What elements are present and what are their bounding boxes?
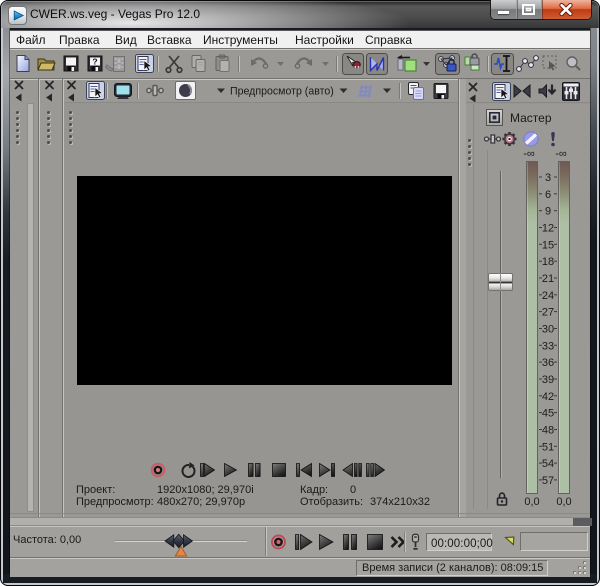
svg-text:24: 24 — [542, 290, 554, 302]
svg-text:Предпросмотр (авто): Предпросмотр (авто) — [230, 86, 334, 98]
svg-text:33: 33 — [542, 340, 554, 352]
svg-text:21: 21 — [542, 273, 554, 285]
svg-text:36: 36 — [542, 357, 554, 369]
svg-text:18: 18 — [542, 256, 554, 268]
svg-text:6: 6 — [545, 189, 551, 201]
svg-text:48: 48 — [542, 425, 554, 437]
svg-text:54: 54 — [542, 458, 554, 470]
svg-text:15: 15 — [542, 239, 554, 251]
svg-text:27: 27 — [542, 307, 554, 319]
svg-text:?: ? — [92, 57, 97, 67]
svg-text:51: 51 — [542, 441, 554, 453]
svg-text:39: 39 — [542, 374, 554, 386]
svg-text:57: 57 — [542, 475, 554, 487]
svg-text:30: 30 — [542, 324, 554, 336]
svg-text:12: 12 — [542, 223, 554, 235]
svg-text:42: 42 — [542, 391, 554, 403]
svg-text:9: 9 — [545, 206, 551, 218]
svg-text:3: 3 — [545, 172, 551, 184]
svg-text:45: 45 — [542, 408, 554, 420]
